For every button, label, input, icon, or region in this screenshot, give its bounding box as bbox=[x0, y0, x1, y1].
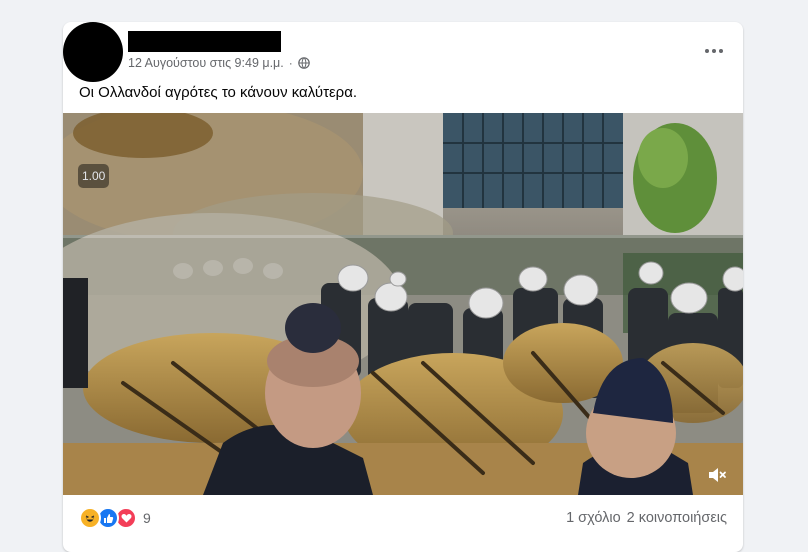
avatar[interactable] bbox=[63, 22, 123, 82]
redacted-author-name[interactable] bbox=[128, 31, 281, 52]
post-meta: 12 Αυγούστου στις 9:49 μ.μ. · bbox=[128, 56, 310, 70]
post-text: Οι Ολλανδοί αγρότες το κάνουν καλύτερα. bbox=[79, 84, 358, 101]
post-timestamp[interactable]: 12 Αυγούστου στις 9:49 μ.μ. bbox=[128, 56, 284, 70]
reactions-summary[interactable]: 9 bbox=[79, 507, 151, 529]
video-player[interactable]: 1.00 bbox=[63, 113, 743, 495]
reaction-count[interactable]: 9 bbox=[143, 510, 151, 526]
video-frame bbox=[63, 113, 743, 495]
playback-speed-badge[interactable]: 1.00 bbox=[78, 164, 110, 188]
shares-count-link[interactable]: 2 κοινοποιήσεις bbox=[627, 510, 727, 526]
globe-icon[interactable] bbox=[297, 57, 310, 69]
more-options-button[interactable] bbox=[699, 40, 729, 62]
comments-count-link[interactable]: 1 σχόλιο bbox=[566, 510, 621, 526]
haha-icon bbox=[79, 507, 101, 529]
more-options-icon bbox=[705, 49, 723, 53]
meta-separator: · bbox=[288, 56, 293, 70]
post-footer: 9 1 σχόλιο 2 κοινοποιήσεις bbox=[63, 495, 743, 543]
post-card: 12 Αυγούστου στις 9:49 μ.μ. · Οι Ολλανδο… bbox=[63, 22, 743, 552]
engagement-stats: 1 σχόλιο 2 κοινοποιήσεις bbox=[566, 510, 727, 526]
speaker-muted-icon[interactable] bbox=[707, 466, 727, 484]
